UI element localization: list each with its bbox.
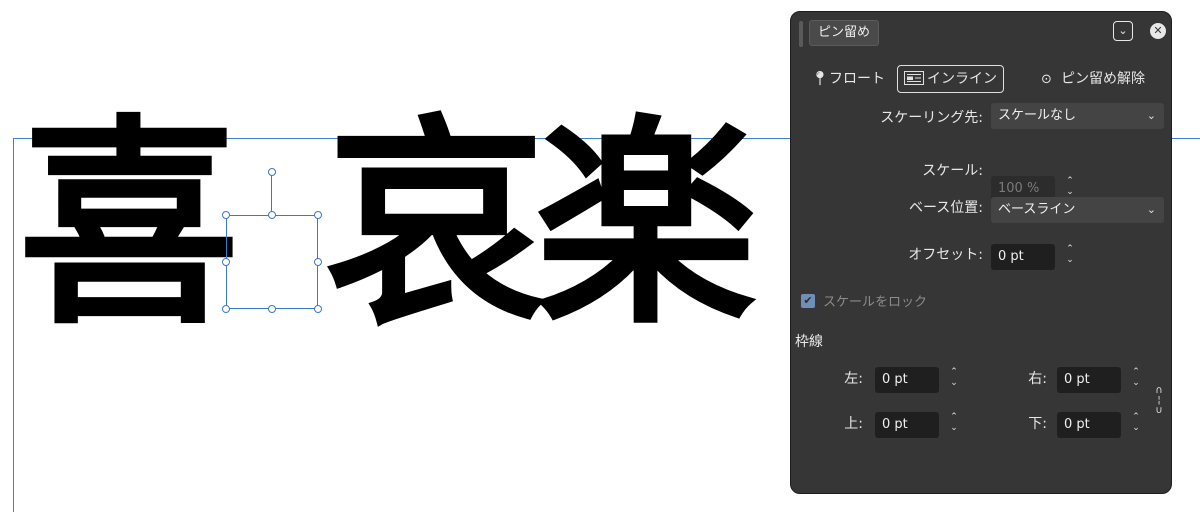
float-mode-button[interactable]: 📍︎フロート [811,68,885,90]
glyph-ki[interactable]: 喜 [18,106,240,346]
inline-text-icon [904,71,924,85]
border-bottom-input[interactable]: 0 pt [1057,412,1121,438]
border-bottom-stepper[interactable]: ⌃ ⌄ [1129,412,1143,438]
border-top-input[interactable]: 0 pt [875,412,939,438]
pin-mode-row: 📍︎フロート インライン ⊙ ピン留め解除 [791,64,1173,94]
panel-drag-grip[interactable] [799,21,803,47]
offset-label: オフセット: [908,247,983,263]
border-section-title: 枠線 [795,334,823,350]
scale-to-value: スケールなし [998,108,1077,123]
resize-handle-top[interactable] [268,211,276,219]
unpin-button[interactable]: ⊙ ピン留め解除 [1041,68,1145,91]
border-right-stepper[interactable]: ⌃ ⌄ [1129,367,1143,393]
close-icon[interactable]: ✕ [1150,23,1166,39]
resize-handle-right[interactable] [314,258,322,266]
border-left-label: 左: [844,371,863,387]
resize-handle-bottom-left[interactable] [222,305,230,313]
border-left-input[interactable]: 0 pt [875,367,939,393]
border-left-stepper[interactable]: ⌃ ⌄ [947,367,961,393]
border-right-label: 右: [1028,371,1047,387]
chevron-down-icon: ⌄ [1146,203,1156,216]
resize-handle-bottom-right[interactable] [314,305,322,313]
pin-icon: 📍︎ [811,71,829,87]
scale-to-select[interactable]: スケールなし ⌄ [991,103,1164,129]
scale-label: スケール: [922,163,983,179]
resize-handle-left[interactable] [222,258,230,266]
unpin-label: ピン留め解除 [1061,71,1145,87]
border-bottom-label: 下: [1028,416,1047,432]
lock-scale-label: スケールをロック [823,295,928,310]
base-position-select[interactable]: ベースライン ⌄ [991,197,1164,223]
chevron-down-icon[interactable]: ⌄ [1113,21,1133,41]
border-right-input[interactable]: 0 pt [1057,367,1121,393]
border-top-label: 上: [844,416,863,432]
offset-input[interactable]: 0 pt [991,244,1055,270]
inline-mode-button[interactable]: インライン [897,65,1004,93]
offset-stepper[interactable]: ⌃ ⌄ [1063,244,1077,270]
tab-pinning[interactable]: ピン留め [809,20,880,46]
border-top-stepper[interactable]: ⌃ ⌄ [947,412,961,438]
resize-handle-top-left[interactable] [222,211,230,219]
link-chain-icon[interactable]: ∩ ¦ ∪ [1154,386,1164,416]
resize-handle-top-right[interactable] [314,211,322,219]
glyph-raku[interactable]: 楽 [535,106,757,346]
lock-scale-checkbox[interactable]: ✔ [801,294,815,308]
rotation-handle-line [271,175,273,215]
scale-to-label: スケーリング先: [880,110,983,126]
float-mode-label: フロート [829,71,885,87]
pinned-object-selection[interactable] [226,215,318,309]
resize-handle-bottom[interactable] [268,305,276,313]
base-position-label: ベース位置: [908,200,983,216]
text-frame-left-edge [13,138,14,512]
chevron-down-icon: ⌄ [1146,109,1156,122]
rotation-handle[interactable] [268,168,276,176]
glyph-ai[interactable]: 哀 [325,106,547,346]
pinning-panel: ピン留め ⌄ ✕ 📍︎フロート インライン ⊙ ピン留め解除 スケーリング先: ス… [790,11,1172,494]
inline-mode-label: インライン [927,71,997,87]
base-position-value: ベースライン [998,202,1076,217]
unpin-icon: ⊙ [1041,72,1052,87]
